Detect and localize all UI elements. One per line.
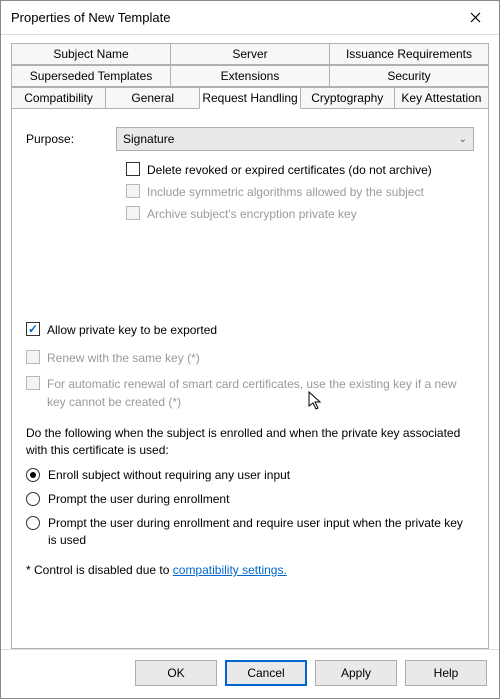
auto-renew-checkbox: [26, 376, 40, 390]
radio-no-input[interactable]: [26, 468, 40, 482]
allow-export-label: Allow private key to be exported: [47, 321, 217, 339]
purpose-dropdown[interactable]: Signature ⌄: [116, 127, 474, 151]
dialog-window: Properties of New Template Subject Name …: [0, 0, 500, 699]
tab-server[interactable]: Server: [170, 43, 330, 65]
auto-renew-label: For automatic renewal of smart card cert…: [47, 375, 474, 411]
delete-revoked-label: Delete revoked or expired certificates (…: [147, 161, 432, 179]
close-icon: [470, 12, 481, 23]
tab-request-handling[interactable]: Request Handling: [199, 87, 300, 109]
button-bar: OK Cancel Apply Help: [1, 649, 499, 698]
allow-export-checkbox[interactable]: [26, 322, 40, 336]
chevron-down-icon: ⌄: [459, 134, 467, 145]
archive-key-label: Archive subject's encryption private key: [147, 205, 357, 223]
delete-revoked-checkbox[interactable]: [126, 162, 140, 176]
apply-button[interactable]: Apply: [315, 660, 397, 686]
close-button[interactable]: [455, 3, 495, 33]
radio-prompt-enroll-label: Prompt the user during enrollment: [48, 491, 229, 508]
tab-cryptography[interactable]: Cryptography: [300, 87, 395, 109]
renew-same-key-checkbox: [26, 350, 40, 364]
footnote: * Control is disabled due to compatibili…: [26, 563, 474, 577]
radio-prompt-enroll[interactable]: [26, 492, 40, 506]
purpose-label: Purpose:: [26, 132, 116, 146]
tab-compatibility[interactable]: Compatibility: [11, 87, 106, 109]
tab-extensions[interactable]: Extensions: [170, 65, 330, 87]
tab-security[interactable]: Security: [329, 65, 489, 87]
archive-key-checkbox: [126, 206, 140, 220]
ok-button[interactable]: OK: [135, 660, 217, 686]
purpose-value: Signature: [123, 132, 174, 146]
radio-prompt-key-use-label: Prompt the user during enrollment and re…: [48, 515, 474, 549]
request-handling-panel: Purpose: Signature ⌄ Delete revoked or e…: [11, 109, 489, 649]
tab-issuance-requirements[interactable]: Issuance Requirements: [329, 43, 489, 65]
footnote-text: * Control is disabled due to: [26, 563, 173, 577]
radio-prompt-key-use[interactable]: [26, 516, 40, 530]
help-button[interactable]: Help: [405, 660, 487, 686]
window-title: Properties of New Template: [11, 10, 455, 25]
tab-subject-name[interactable]: Subject Name: [11, 43, 171, 65]
tab-strip: Subject Name Server Issuance Requirement…: [11, 43, 489, 109]
include-symmetric-checkbox: [126, 184, 140, 198]
radio-no-input-label: Enroll subject without requiring any use…: [48, 467, 290, 484]
titlebar: Properties of New Template: [1, 1, 499, 35]
content-area: Subject Name Server Issuance Requirement…: [1, 35, 499, 649]
include-symmetric-label: Include symmetric algorithms allowed by …: [147, 183, 424, 201]
renew-same-key-label: Renew with the same key (*): [47, 349, 200, 367]
enroll-section-text: Do the following when the subject is enr…: [26, 425, 474, 459]
tab-superseded-templates[interactable]: Superseded Templates: [11, 65, 171, 87]
tab-general[interactable]: General: [105, 87, 200, 109]
tab-key-attestation[interactable]: Key Attestation: [394, 87, 489, 109]
cancel-button[interactable]: Cancel: [225, 660, 307, 686]
compatibility-settings-link[interactable]: compatibility settings.: [173, 563, 287, 577]
